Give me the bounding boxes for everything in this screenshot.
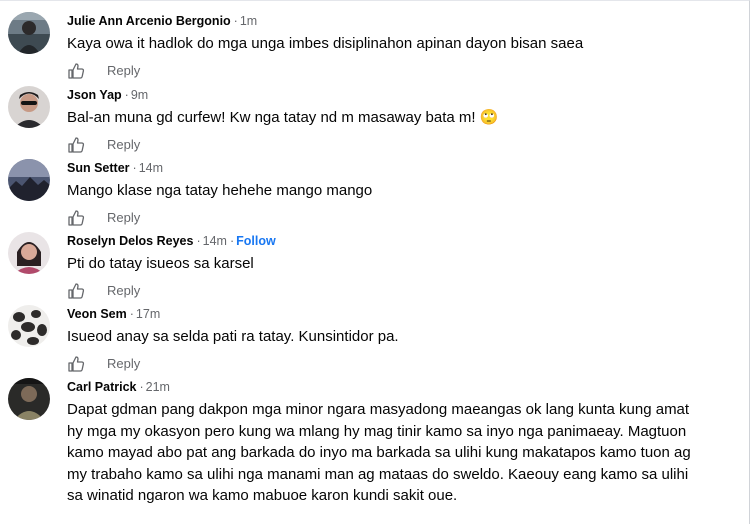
profile-photo-icon bbox=[8, 378, 50, 420]
reply-button[interactable]: Reply bbox=[107, 63, 140, 78]
profile-photo-icon bbox=[8, 232, 50, 274]
profile-photo-icon bbox=[8, 12, 50, 54]
comment-text-row: Bal-an muna gd curfew! Kw nga tatay nd m… bbox=[67, 107, 742, 129]
thumbs-up-icon[interactable] bbox=[67, 136, 85, 154]
author-name[interactable]: Roselyn Delos Reyes bbox=[67, 234, 193, 248]
comment-actions: Reply bbox=[67, 208, 742, 228]
profile-photo-icon bbox=[8, 86, 50, 128]
eye-roll-emoji: 🙄 bbox=[479, 108, 499, 126]
follow-button[interactable]: Follow bbox=[236, 234, 276, 248]
comment-time[interactable]: 9m bbox=[131, 88, 148, 102]
comments-panel: Julie Ann Arcenio Bergonio · 1m Kaya owa i… bbox=[0, 0, 750, 524]
comment-time[interactable]: 21m bbox=[146, 380, 170, 394]
avatar[interactable] bbox=[8, 86, 50, 128]
comment-text: Dapat gdman pang dakpon mga minor ngara … bbox=[67, 401, 691, 504]
author-name[interactable]: Julie Ann Arcenio Bergonio bbox=[67, 14, 231, 28]
thumbs-up-icon[interactable] bbox=[67, 282, 85, 300]
comment-text: Mango klase nga tatay hehehe mango mango bbox=[67, 182, 373, 199]
comment-actions: Reply bbox=[67, 135, 742, 155]
comment-text: Isueod anay sa selda pati ra tatay. Kuns… bbox=[67, 328, 399, 345]
meta-separator: · bbox=[124, 88, 129, 102]
comment-actions: Reply bbox=[67, 281, 742, 301]
profile-photo-icon bbox=[8, 159, 50, 201]
avatar[interactable] bbox=[8, 12, 50, 54]
meta-separator: · bbox=[196, 234, 201, 248]
reply-button[interactable]: Reply bbox=[107, 356, 140, 371]
meta-separator: · bbox=[229, 234, 235, 248]
comment-text: Bal-an muna gd curfew! Kw nga tatay nd m… bbox=[67, 109, 476, 126]
comment-time[interactable]: 1m bbox=[240, 14, 257, 28]
comment-time[interactable]: 17m bbox=[136, 307, 160, 321]
author-name[interactable]: Veon Sem bbox=[67, 307, 127, 321]
thumbs-up-icon[interactable] bbox=[67, 209, 85, 227]
author-name[interactable]: Carl Patrick bbox=[67, 380, 136, 394]
meta-separator: · bbox=[132, 161, 137, 175]
reply-button[interactable]: Reply bbox=[107, 210, 140, 225]
comment-text: Pti do tatay isueos sa karsel bbox=[67, 255, 254, 272]
comment-time[interactable]: 14m bbox=[139, 161, 163, 175]
comment-actions: Reply bbox=[67, 354, 742, 374]
avatar[interactable] bbox=[8, 378, 50, 420]
comment-text: Kaya owa it hadlok do mga unga imbes dis… bbox=[67, 35, 584, 52]
meta-separator: · bbox=[139, 380, 144, 394]
comment-actions: Reply bbox=[67, 61, 742, 81]
profile-photo-icon bbox=[8, 305, 50, 347]
avatar[interactable] bbox=[8, 159, 50, 201]
meta-separator: · bbox=[129, 307, 134, 321]
comment-time[interactable]: 14m bbox=[203, 234, 227, 248]
comment-meta: Sun Setter · 14m bbox=[67, 160, 742, 176]
avatar[interactable] bbox=[8, 232, 50, 274]
author-name[interactable]: Sun Setter bbox=[67, 161, 130, 175]
comment-meta: Carl Patrick · 21m bbox=[67, 379, 742, 395]
reply-button[interactable]: Reply bbox=[107, 283, 140, 298]
reply-button[interactable]: Reply bbox=[107, 137, 140, 152]
comment-meta: Veon Sem · 17m bbox=[67, 306, 742, 322]
meta-separator: · bbox=[233, 14, 238, 28]
thumbs-up-icon[interactable] bbox=[67, 355, 85, 373]
comment-meta: Julie Ann Arcenio Bergonio · 1m bbox=[67, 13, 742, 29]
author-name[interactable]: Json Yap bbox=[67, 88, 122, 102]
thumbs-up-icon[interactable] bbox=[67, 62, 85, 80]
avatar[interactable] bbox=[8, 305, 50, 347]
comment-meta: Json Yap · 9m bbox=[67, 87, 742, 103]
comment-meta: Roselyn Delos Reyes · 14m · Follow bbox=[67, 233, 742, 249]
